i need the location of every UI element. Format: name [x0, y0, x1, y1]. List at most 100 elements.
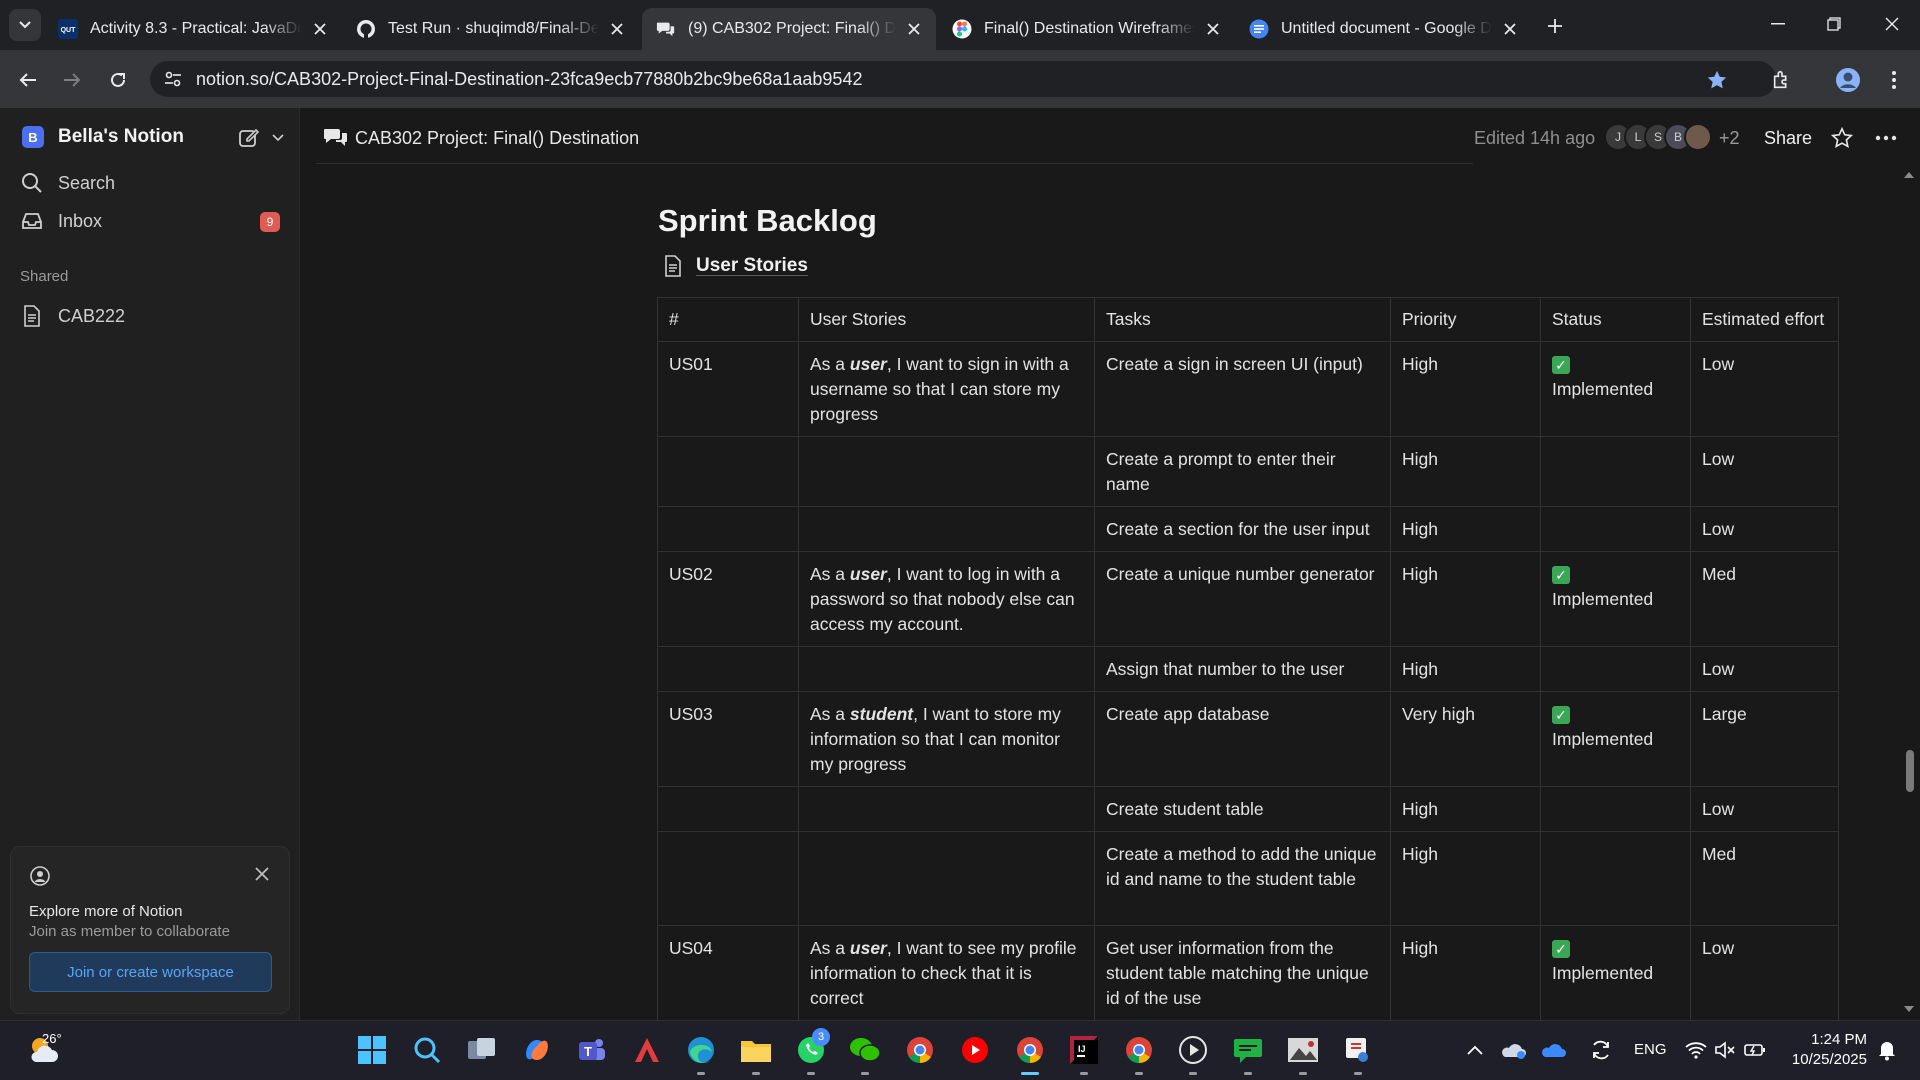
cell-task[interactable]: Get user information from the student ta…	[1094, 925, 1391, 1021]
share-button[interactable]: Share	[1764, 128, 1812, 149]
copilot-icon[interactable]	[518, 1031, 556, 1069]
task-view-icon[interactable]	[463, 1031, 501, 1069]
sidebar-item-search[interactable]: Search	[20, 171, 115, 195]
more-collaborators-count[interactable]: +2	[1719, 128, 1740, 149]
cell-story[interactable]	[798, 646, 1095, 692]
extensions-icon[interactable]	[1768, 66, 1796, 94]
cell-id[interactable]	[657, 831, 799, 926]
cell-id[interactable]	[657, 506, 799, 552]
cell-id[interactable]	[657, 786, 799, 832]
cell-effort[interactable]: Large	[1690, 691, 1839, 787]
cell-story[interactable]	[798, 831, 1095, 926]
cell-task[interactable]: Create a prompt to enter their name	[1094, 436, 1391, 507]
profile-avatar-icon[interactable]	[1834, 66, 1862, 94]
scroll-down-arrow-icon[interactable]	[1902, 1004, 1916, 1014]
intellij-icon[interactable]: IJ	[1065, 1031, 1103, 1069]
teams-icon[interactable]: T	[573, 1031, 611, 1069]
cell-status[interactable]: ✓ Implemented	[1540, 551, 1691, 647]
cell-priority[interactable]: High	[1390, 646, 1541, 692]
sync-icon[interactable]	[1588, 1038, 1614, 1062]
cell-story[interactable]	[798, 506, 1095, 552]
cell-effort[interactable]: Med	[1690, 551, 1839, 647]
start-windows-icon[interactable]	[353, 1031, 391, 1069]
browser-tab-2[interactable]: Test Run · shuqimd8/Final-Destination	[342, 8, 639, 50]
autodesk-icon[interactable]	[628, 1031, 666, 1069]
battery-icon[interactable]	[1742, 1038, 1768, 1062]
language-indicator[interactable]: ENG	[1634, 1041, 1667, 1058]
cell-story[interactable]: As a user, I want to see my profile info…	[798, 925, 1095, 1021]
cell-story[interactable]: As a student, I want to store my informa…	[798, 691, 1095, 787]
favorite-star-icon[interactable]	[1828, 124, 1856, 152]
close-window-button[interactable]	[1864, 0, 1920, 48]
cell-task[interactable]: Create a sign in screen UI (input)	[1094, 341, 1391, 437]
cell-id[interactable]: US04	[657, 925, 799, 1021]
browser-tab-1[interactable]: QUT Activity 8.3 - Practical: JavaDocs	[44, 8, 342, 50]
cell-task[interactable]: Create a method to add the unique id and…	[1094, 831, 1391, 926]
cell-effort[interactable]: Low	[1690, 436, 1839, 507]
workspace-switcher[interactable]: B Bella's Notion	[22, 126, 184, 148]
new-page-button[interactable]	[238, 126, 284, 150]
forward-button[interactable]	[58, 66, 86, 94]
site-settings-icon[interactable]	[162, 68, 184, 90]
cell-task[interactable]: Create app database	[1094, 691, 1391, 787]
column-header[interactable]: Estimated effort	[1690, 297, 1839, 342]
column-header[interactable]: #	[657, 297, 799, 342]
column-header[interactable]: User Stories	[798, 297, 1095, 342]
browser-tab-5[interactable]: Untitled document - Google Docs	[1235, 8, 1532, 50]
cell-priority[interactable]: High	[1390, 925, 1541, 1021]
cell-id[interactable]: US02	[657, 551, 799, 647]
cell-task[interactable]: Create a unique number generator	[1094, 551, 1391, 647]
taskbar-search-icon[interactable]	[408, 1031, 446, 1069]
minimize-button[interactable]	[1750, 0, 1806, 48]
cell-id[interactable]: US01	[657, 341, 799, 437]
cell-status[interactable]	[1540, 646, 1691, 692]
cell-priority[interactable]: High	[1390, 506, 1541, 552]
cell-status[interactable]	[1540, 506, 1691, 552]
tab-search-button[interactable]	[9, 9, 41, 41]
reload-button[interactable]	[104, 66, 132, 94]
chrome-icon[interactable]	[901, 1031, 939, 1069]
bookmark-star-icon[interactable]	[1703, 66, 1731, 94]
photo-app-icon[interactable]	[1284, 1031, 1322, 1069]
close-tab-icon[interactable]	[1205, 21, 1221, 37]
cell-id[interactable]: US03	[657, 691, 799, 787]
new-tab-button[interactable]	[1542, 13, 1568, 39]
edge-icon[interactable]	[682, 1031, 720, 1069]
file-explorer-icon[interactable]	[737, 1031, 775, 1069]
cell-priority[interactable]: Very high	[1390, 691, 1541, 787]
chrome-profile-icon[interactable]	[1120, 1031, 1158, 1069]
media-player-icon[interactable]	[1174, 1031, 1212, 1069]
cell-task[interactable]: Create student table	[1094, 786, 1391, 832]
close-tab-icon[interactable]	[312, 21, 328, 37]
url-text[interactable]: notion.so/CAB302-Project-Final-Destinati…	[196, 69, 862, 90]
snipping-tool-icon[interactable]	[1339, 1031, 1377, 1069]
close-tab-icon[interactable]	[906, 21, 922, 37]
page-scrollbar[interactable]	[1904, 164, 1916, 1020]
cell-story[interactable]: As a user, I want to sign in with a user…	[798, 341, 1095, 437]
chrome-active-icon[interactable]	[1011, 1031, 1049, 1069]
cell-story[interactable]: As a user, I want to log in with a passw…	[798, 551, 1095, 647]
column-header[interactable]: Tasks	[1094, 297, 1391, 342]
browser-tab-4[interactable]: Final() Destination Wireframes - Figma	[938, 8, 1235, 50]
onedrive-sync-icon[interactable]	[1540, 1038, 1566, 1062]
cell-story[interactable]	[798, 786, 1095, 832]
wechat-icon[interactable]	[846, 1031, 884, 1069]
cell-effort[interactable]: Med	[1690, 831, 1839, 926]
browser-menu-icon[interactable]	[1880, 66, 1908, 94]
cell-priority[interactable]: High	[1390, 831, 1541, 926]
show-hidden-icons-chevron-icon[interactable]	[1462, 1038, 1488, 1062]
cell-status[interactable]	[1540, 436, 1691, 507]
column-header[interactable]: Status	[1540, 297, 1691, 342]
cell-priority[interactable]: High	[1390, 341, 1541, 437]
cell-effort[interactable]: Low	[1690, 341, 1839, 437]
browser-tab-3-active[interactable]: (9) CAB302 Project: Final() Destination	[642, 8, 936, 50]
cell-effort[interactable]: Low	[1690, 646, 1839, 692]
cell-effort[interactable]: Low	[1690, 925, 1839, 1021]
close-tab-icon[interactable]	[609, 21, 625, 37]
clock-date[interactable]: 10/25/2025	[1775, 1051, 1867, 1068]
column-header[interactable]: Priority	[1390, 297, 1541, 342]
cell-priority[interactable]: High	[1390, 551, 1541, 647]
cell-id[interactable]	[657, 436, 799, 507]
close-tab-icon[interactable]	[1502, 21, 1518, 37]
cell-priority[interactable]: High	[1390, 436, 1541, 507]
